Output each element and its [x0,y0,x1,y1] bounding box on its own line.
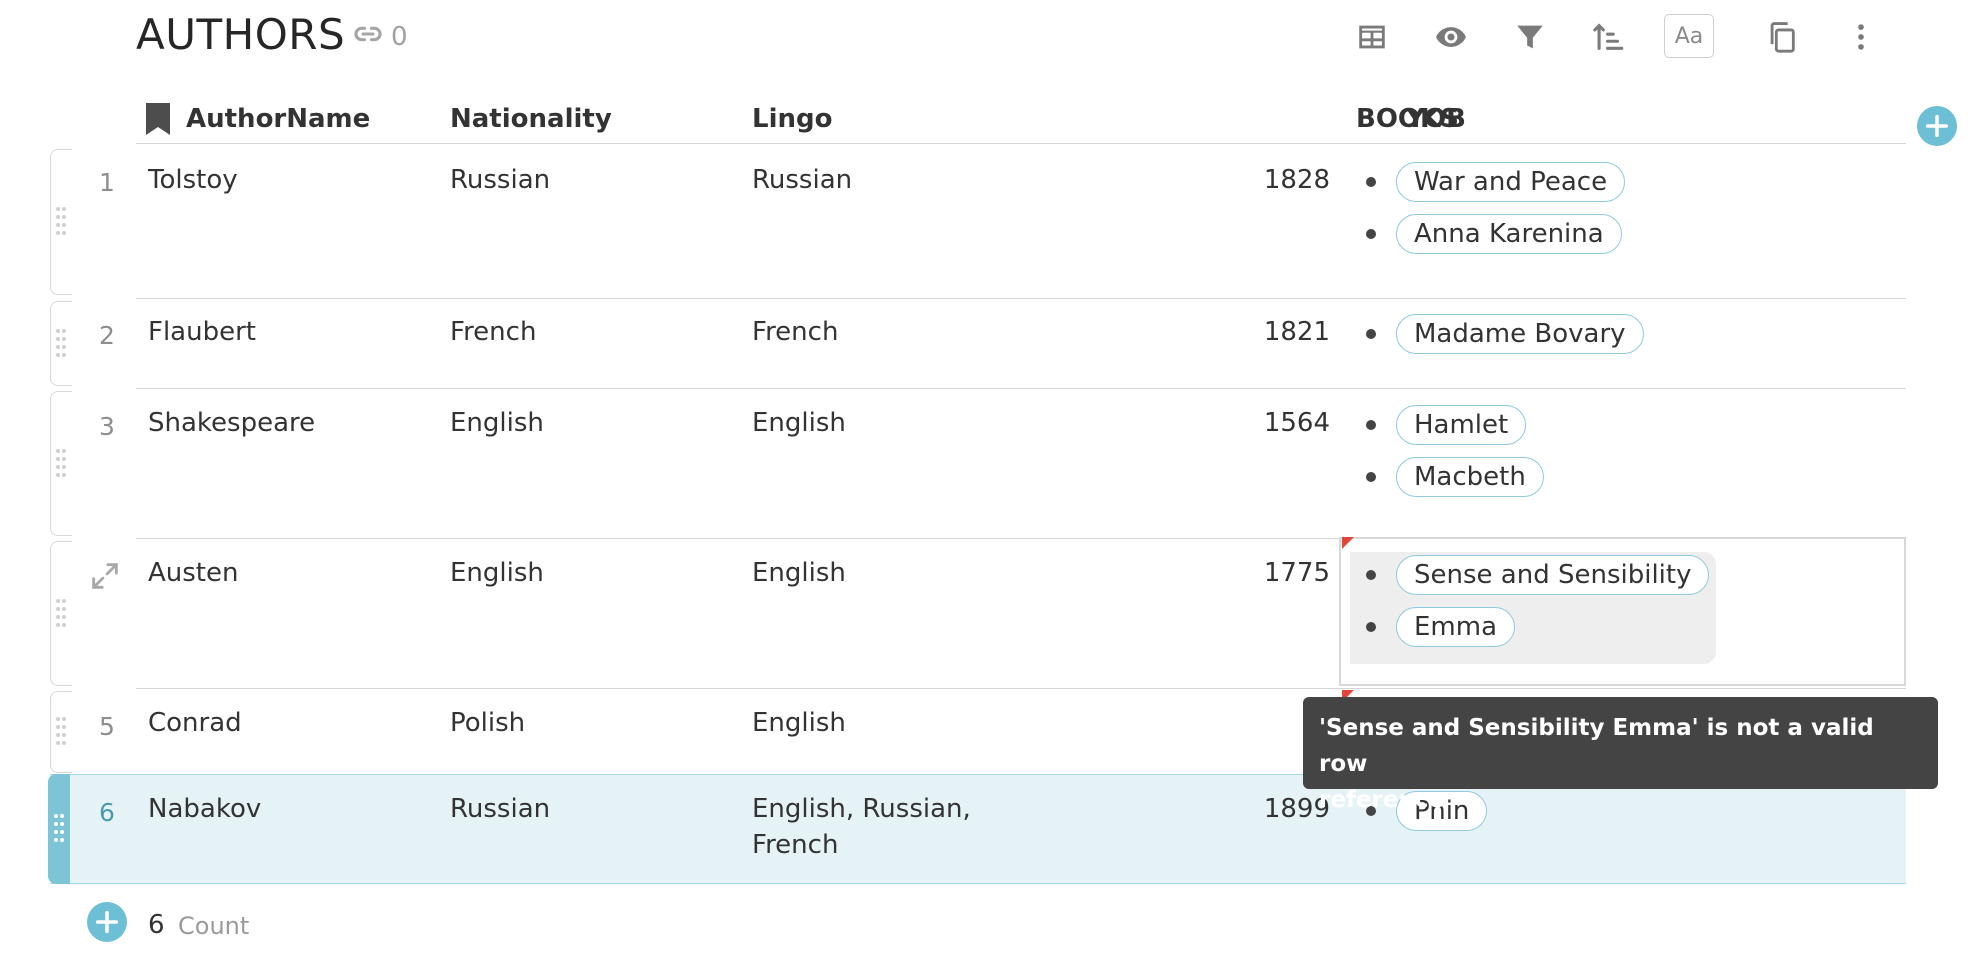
bookmark-icon [146,103,170,135]
column-header-nationality[interactable]: Nationality [450,96,612,142]
table-row[interactable]: 1 Tolstoy Russian Russian 1828 War and P… [0,146,1906,299]
book-item: Macbeth [1348,446,1544,497]
tooltip-line1: 'Sense and Sensibility Emma' is not a va… [1319,715,1874,777]
book-item: War and Peace [1348,161,1626,203]
toolbar: Aa [0,12,1974,62]
error-flag-icon [1342,537,1354,549]
book-reference-chip[interactable]: Emma [1396,606,1516,647]
cell-books[interactable]: Hamlet Macbeth [1348,404,1544,497]
cell-nationality[interactable]: English [450,555,544,591]
cell-nationality[interactable]: Polish [450,705,525,741]
cell-author-name[interactable]: Conrad [148,705,242,741]
add-column-button[interactable] [1917,106,1957,146]
cell-nationality[interactable]: Russian [450,162,550,198]
row-drag-handle[interactable] [50,541,72,686]
add-row-button[interactable] [87,902,127,942]
book-item: Anna Karenina [1348,203,1625,254]
cell-lingo[interactable]: French [752,314,838,350]
row-drag-handle[interactable] [50,691,72,773]
table-row[interactable]: 3 Shakespeare English English 1564 Hamle… [0,389,1906,539]
cell-lingo[interactable]: English [752,405,846,441]
cell-lingo[interactable]: English [752,705,846,741]
cell-author-name[interactable]: Austen [148,555,238,591]
sort-icon[interactable] [1584,12,1634,62]
column-header-label: AuthorName [186,104,371,134]
table-row[interactable]: 2 Flaubert French French 1821 Madame Bov… [0,299,1906,389]
cell-nationality[interactable]: English [450,405,544,441]
drag-dots-icon [56,448,66,477]
eye-icon[interactable] [1426,12,1476,62]
cell-books[interactable]: War and Peace Anna Karenina [1348,161,1626,254]
row-drag-handle[interactable] [50,149,72,295]
column-header-lingo[interactable]: Lingo [752,96,832,142]
row-number: 2 [99,321,115,350]
drag-dots-icon [56,598,66,627]
cell-yob[interactable]: 1775 [1200,555,1330,591]
error-tooltip: 'Sense and Sensibility Emma' is not a va… [1303,697,1938,813]
cell-yob[interactable]: 1899 [1200,791,1330,827]
book-reference-chip[interactable]: Anna Karenina [1396,213,1622,254]
row-number: 6 [99,798,115,827]
cell-yob[interactable]: 1821 [1200,314,1330,350]
cell-lingo-line2: French [752,830,839,860]
column-header-authorname[interactable]: AuthorName [146,96,370,142]
cell-author-name[interactable]: Flaubert [148,314,256,350]
book-reference-chip[interactable]: Macbeth [1396,456,1544,497]
drag-dots-icon [56,207,66,235]
cell-books[interactable]: Sense and Sensibility Emma [1348,554,1710,647]
drag-dots-icon [56,717,66,745]
cell-lingo[interactable]: English, Russian, French [752,791,971,863]
cell-books[interactable]: Madame Bovary [1348,313,1644,374]
cell-nationality[interactable]: French [450,314,536,350]
text-format-icon[interactable]: Aa [1664,14,1714,58]
header-row: AuthorName Nationality Lingo YOB BOOKS [136,96,1906,144]
book-item: Madame Bovary [1348,313,1644,355]
cell-author-name[interactable]: Tolstoy [148,162,238,198]
book-reference-chip[interactable]: Madame Bovary [1396,314,1644,354]
row-number: 1 [99,168,115,197]
plus-icon [95,910,119,934]
cell-author-name[interactable]: Shakespeare [148,405,315,441]
book-item: Hamlet [1348,404,1544,446]
copy-icon[interactable] [1757,12,1807,62]
column-header-books[interactable]: BOOKS [1356,96,1459,142]
table-view-icon[interactable] [1347,12,1397,62]
book-reference-chip[interactable]: Hamlet [1396,405,1527,445]
row-count-label: Count [178,912,250,940]
cell-author-name[interactable]: Nabakov [148,791,261,827]
book-reference-chip[interactable]: War and Peace [1396,162,1626,202]
row-drag-handle[interactable] [50,391,72,536]
cell-lingo[interactable]: English [752,555,846,591]
row-drag-handle[interactable] [50,301,72,386]
row-number: 3 [99,412,115,441]
row-count-value: 6 [148,910,165,940]
cell-lingo[interactable]: Russian [752,162,852,198]
cell-lingo-line1: English, Russian, [752,794,971,824]
book-item: Emma [1348,596,1709,647]
more-vertical-icon[interactable] [1836,12,1886,62]
plus-icon [1925,114,1949,138]
cell-yob[interactable]: 1564 [1200,405,1330,441]
book-reference-chip[interactable]: Sense and Sensibility [1396,555,1710,595]
expand-row-icon[interactable] [88,559,122,593]
book-item: Sense and Sensibility [1348,554,1710,596]
row-number: 5 [99,712,115,741]
cell-nationality[interactable]: Russian [450,791,550,827]
filter-icon[interactable] [1505,12,1555,62]
tooltip-line2: reference [1319,787,1445,813]
drag-dots-icon [56,328,66,357]
cell-yob[interactable]: 1828 [1200,162,1330,198]
